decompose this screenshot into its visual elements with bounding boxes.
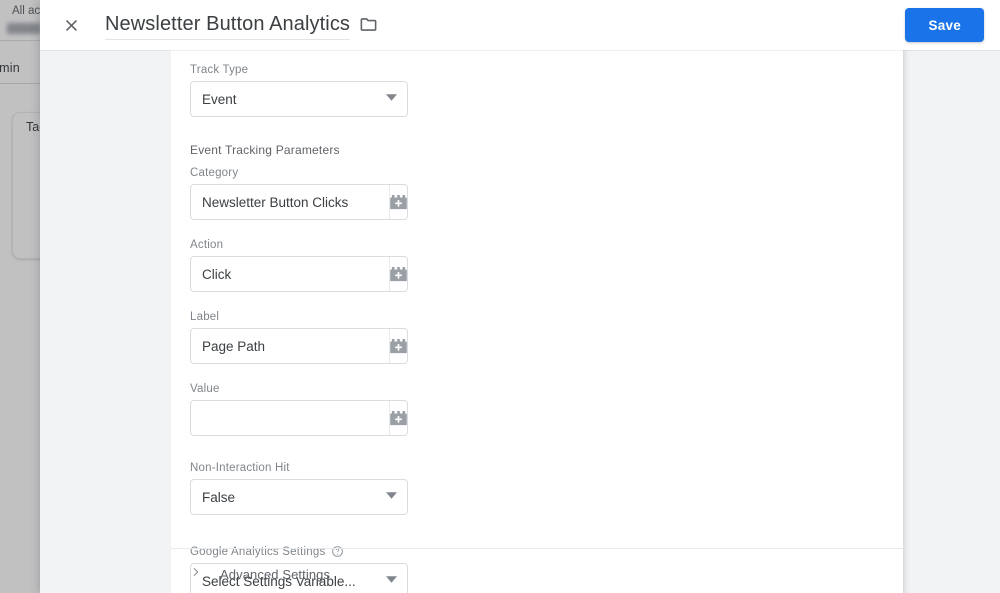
category-input[interactable]	[191, 185, 389, 219]
section-divider	[171, 548, 903, 549]
value-input[interactable]	[191, 401, 389, 435]
chevron-down-icon	[386, 90, 397, 108]
chevron-down-icon	[386, 488, 397, 506]
variable-picker-icon[interactable]	[389, 257, 407, 291]
variable-picker-icon[interactable]	[389, 401, 407, 435]
close-button[interactable]	[54, 8, 88, 42]
save-button[interactable]: Save	[905, 8, 984, 42]
variable-picker-icon[interactable]	[389, 329, 407, 363]
track-type-value: Event	[202, 91, 237, 107]
category-field[interactable]	[190, 184, 408, 220]
non-interaction-hit-select[interactable]: False	[190, 479, 408, 515]
action-label: Action	[190, 239, 224, 251]
chevron-down-icon	[386, 572, 397, 590]
event-tracking-parameters-heading: Event Tracking Parameters	[190, 143, 340, 157]
left-rail	[40, 50, 171, 593]
value-field[interactable]	[190, 400, 408, 436]
label-input[interactable]	[191, 329, 389, 363]
tag-title-group: Newsletter Button Analytics	[105, 11, 378, 40]
tag-configuration-form: Track Type Event Event Tracking Paramete…	[171, 50, 450, 593]
modal-body: Track Type Event Event Tracking Paramete…	[40, 50, 1000, 593]
close-icon	[65, 19, 77, 31]
track-type-select[interactable]: Event	[190, 81, 408, 117]
track-type-label: Track Type	[190, 64, 249, 76]
value-label: Value	[190, 383, 220, 395]
label-field[interactable]	[190, 328, 408, 364]
help-circle-icon[interactable]	[331, 545, 344, 558]
tag-name-input[interactable]: Newsletter Button Analytics	[105, 11, 351, 40]
advanced-settings-label: Advanced Settings	[220, 566, 331, 582]
chevron-right-icon	[190, 565, 202, 583]
tag-edit-modal: Newsletter Button Analytics Save Track T…	[40, 0, 1000, 593]
non-interaction-hit-label: Non-Interaction Hit	[190, 462, 290, 474]
action-input[interactable]	[191, 257, 389, 291]
label-label: Label	[190, 311, 220, 323]
variable-picker-icon[interactable]	[389, 185, 407, 219]
screen: All acc dmin Tag Newsletter Button Analy…	[0, 0, 1000, 593]
tag-configuration-pane: Track Type Event Event Tracking Paramete…	[171, 50, 903, 593]
advanced-settings-toggle[interactable]: Advanced Settings	[190, 565, 330, 583]
ga-settings-label-row: Google Analytics Settings	[190, 545, 450, 558]
right-rail	[903, 50, 1000, 593]
folder-icon[interactable]	[359, 15, 378, 36]
non-interaction-hit-value: False	[202, 489, 236, 505]
action-field[interactable]	[190, 256, 408, 292]
modal-header: Newsletter Button Analytics Save	[40, 0, 1000, 50]
category-label: Category	[190, 167, 239, 179]
